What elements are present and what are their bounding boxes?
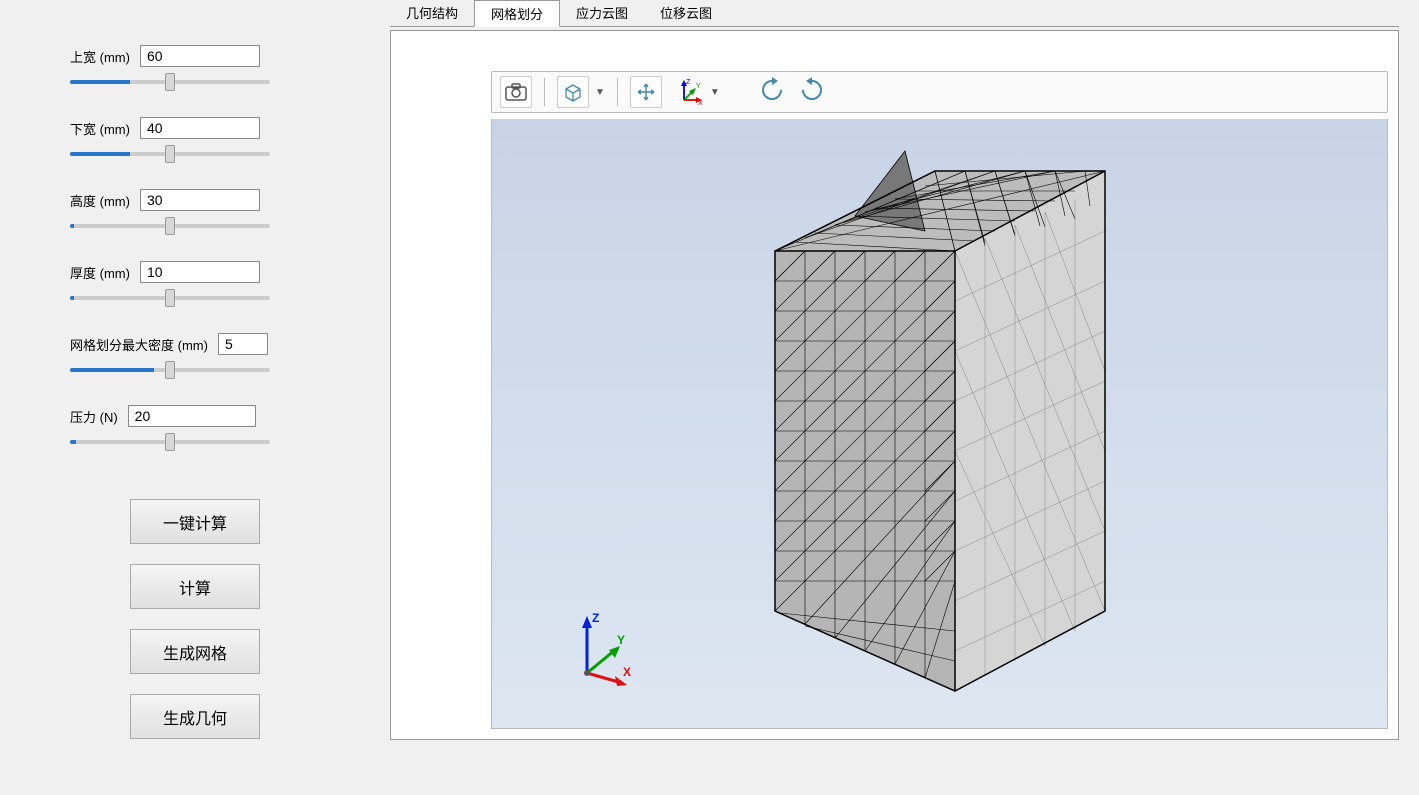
thickness-label: 厚度 (mm) (70, 263, 130, 282)
pressure-input[interactable] (128, 405, 256, 427)
tab-bar: 几何结构 网格划分 应力云图 位移云图 (390, 0, 1399, 27)
axes-dropdown-icon[interactable]: ▼ (710, 87, 720, 98)
mesh-rendering (705, 121, 1175, 701)
rotate-ccw-icon[interactable] (798, 76, 826, 109)
bottom-width-label: 下宽 (mm) (70, 119, 130, 138)
param-thickness: 厚度 (mm) (70, 261, 320, 305)
top-width-slider[interactable] (70, 80, 270, 84)
param-mesh-density: 网格划分最大密度 (mm) (70, 333, 320, 377)
viewport-container: ▼ Z Y X ▼ (390, 30, 1399, 740)
tab-mesh[interactable]: 网格划分 (474, 0, 560, 27)
svg-text:Y: Y (617, 633, 625, 647)
svg-text:X: X (623, 665, 631, 679)
svg-text:Z: Z (592, 611, 599, 625)
mesh-viewport[interactable]: Z X Y (491, 119, 1388, 729)
svg-text:X: X (698, 100, 703, 106)
axes-triad-icon[interactable]: Z Y X (674, 78, 704, 106)
cube-view-icon[interactable] (557, 76, 589, 108)
cube-view-dropdown-icon[interactable]: ▼ (595, 87, 605, 98)
param-pressure: 压力 (N) (70, 405, 320, 449)
bottom-width-input[interactable] (140, 117, 260, 139)
pressure-slider[interactable] (70, 440, 270, 444)
param-top-width: 上宽 (mm) (70, 45, 320, 89)
height-slider[interactable] (70, 224, 270, 228)
pressure-label: 压力 (N) (70, 407, 118, 426)
bottom-width-slider[interactable] (70, 152, 270, 156)
mesh-density-slider[interactable] (70, 368, 270, 372)
param-bottom-width: 下宽 (mm) (70, 117, 320, 161)
rotate-cw-icon[interactable] (758, 76, 786, 109)
top-width-input[interactable] (140, 45, 260, 67)
one-click-compute-button[interactable]: 一键计算 (130, 499, 260, 544)
thickness-input[interactable] (140, 261, 260, 283)
tab-geometry[interactable]: 几何结构 (390, 0, 474, 26)
sidebar-parameters: 上宽 (mm) 下宽 (mm) 高度 (mm) (0, 0, 390, 795)
compute-button[interactable]: 计算 (130, 564, 260, 609)
generate-mesh-button[interactable]: 生成网格 (130, 629, 260, 674)
viewport-toolbar: ▼ Z Y X ▼ (491, 71, 1388, 113)
svg-text:Y: Y (696, 83, 701, 90)
param-height: 高度 (mm) (70, 189, 320, 233)
pan-icon[interactable] (630, 76, 662, 108)
thickness-slider[interactable] (70, 296, 270, 300)
mesh-density-label: 网格划分最大密度 (mm) (70, 335, 208, 354)
orientation-triad: Z X Y (567, 608, 647, 688)
tab-displacement[interactable]: 位移云图 (644, 0, 728, 26)
mesh-density-input[interactable] (218, 333, 268, 355)
tab-stress[interactable]: 应力云图 (560, 0, 644, 26)
camera-icon[interactable] (500, 76, 532, 108)
top-width-label: 上宽 (mm) (70, 47, 130, 66)
height-label: 高度 (mm) (70, 191, 130, 210)
generate-geometry-button[interactable]: 生成几何 (130, 694, 260, 739)
height-input[interactable] (140, 189, 260, 211)
svg-text:Z: Z (686, 79, 691, 86)
action-button-group: 一键计算 计算 生成网格 生成几何 (70, 499, 320, 739)
